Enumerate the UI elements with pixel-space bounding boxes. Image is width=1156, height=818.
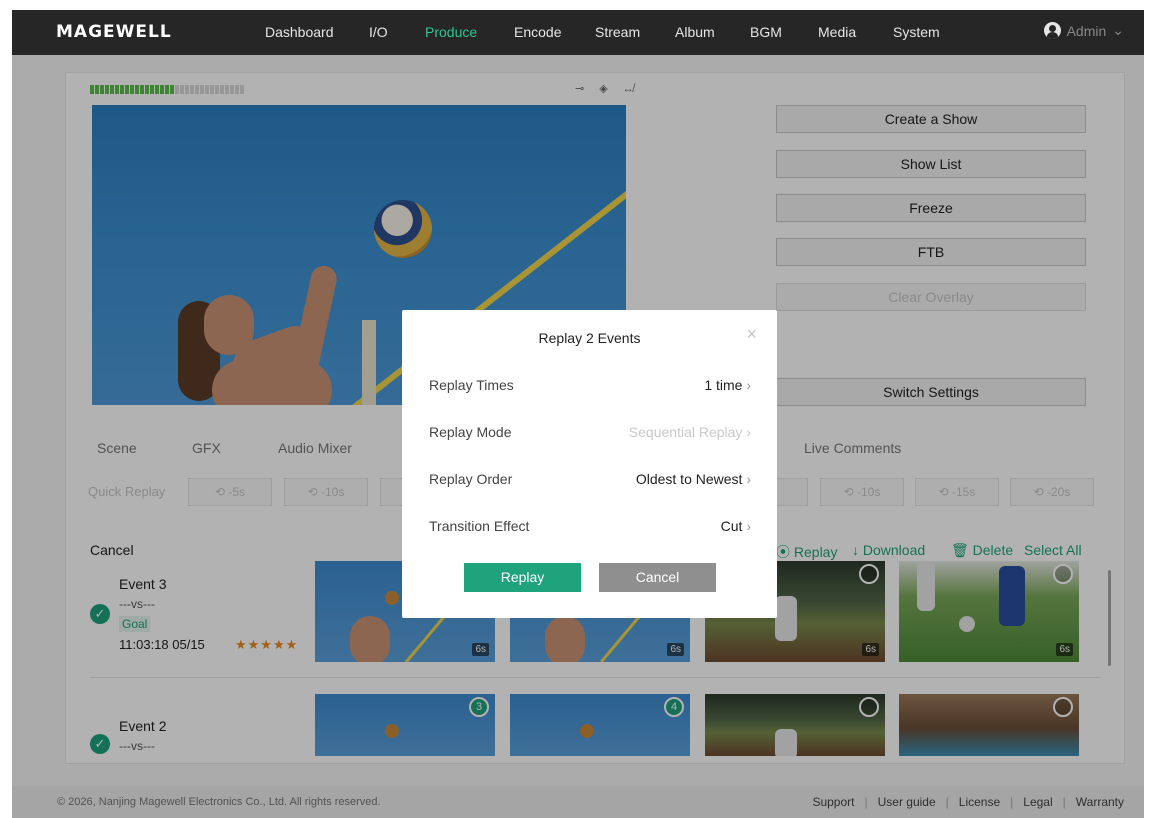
replay-mode-select[interactable]: Sequential Replay ›: [629, 424, 751, 440]
transition-effect-select[interactable]: Cut ›: [721, 518, 751, 534]
chevron-down-icon: ⌄: [1112, 22, 1124, 38]
magewell-logo: MAGEWELL: [56, 22, 172, 42]
chevron-right-icon: ›: [746, 471, 751, 487]
replay-order-label: Replay Order: [429, 471, 513, 487]
chevron-right-icon: ›: [746, 424, 751, 440]
app-window: MAGEWELL Dashboard I/O Produce Encode St…: [12, 10, 1144, 818]
transition-effect-label: Transition Effect: [429, 518, 530, 534]
user-menu[interactable]: Admin ⌄: [1043, 22, 1124, 39]
user-name: Admin: [1066, 22, 1107, 39]
replay-order-select[interactable]: Oldest to Newest ›: [636, 471, 751, 487]
chevron-right-icon: ›: [746, 518, 751, 534]
cancel-button[interactable]: Cancel: [599, 563, 716, 592]
replay-times-label: Replay Times: [429, 377, 514, 393]
nav-io[interactable]: I/O: [369, 24, 388, 40]
nav-album[interactable]: Album: [675, 24, 715, 40]
replay-order-value: Oldest to Newest: [635, 471, 743, 487]
modal-backdrop[interactable]: Replay 2 Events × Replay Times 1 time › …: [12, 55, 1144, 818]
top-navigation-bar: MAGEWELL Dashboard I/O Produce Encode St…: [12, 10, 1144, 55]
nav-encode[interactable]: Encode: [514, 24, 561, 40]
dialog-title: Replay 2 Events: [538, 330, 641, 346]
nav-media[interactable]: Media: [818, 24, 856, 40]
replay-times-value: 1 time: [704, 377, 743, 393]
replay-times-select[interactable]: 1 time ›: [704, 377, 751, 393]
user-avatar-icon: [1043, 22, 1061, 39]
replay-events-dialog: Replay 2 Events × Replay Times 1 time › …: [402, 310, 777, 618]
close-icon[interactable]: ×: [746, 324, 757, 345]
replay-mode-label: Replay Mode: [429, 424, 512, 440]
nav-bgm[interactable]: BGM: [750, 24, 782, 40]
replay-mode-value: Sequential Replay: [628, 424, 743, 440]
nav-dashboard[interactable]: Dashboard: [265, 24, 334, 40]
nav-stream[interactable]: Stream: [595, 24, 640, 40]
replay-confirm-button[interactable]: Replay: [464, 563, 581, 592]
nav-system[interactable]: System: [893, 24, 940, 40]
transition-effect-value: Cut: [720, 518, 743, 534]
chevron-right-icon: ›: [746, 377, 751, 393]
nav-produce[interactable]: Produce: [425, 24, 477, 40]
